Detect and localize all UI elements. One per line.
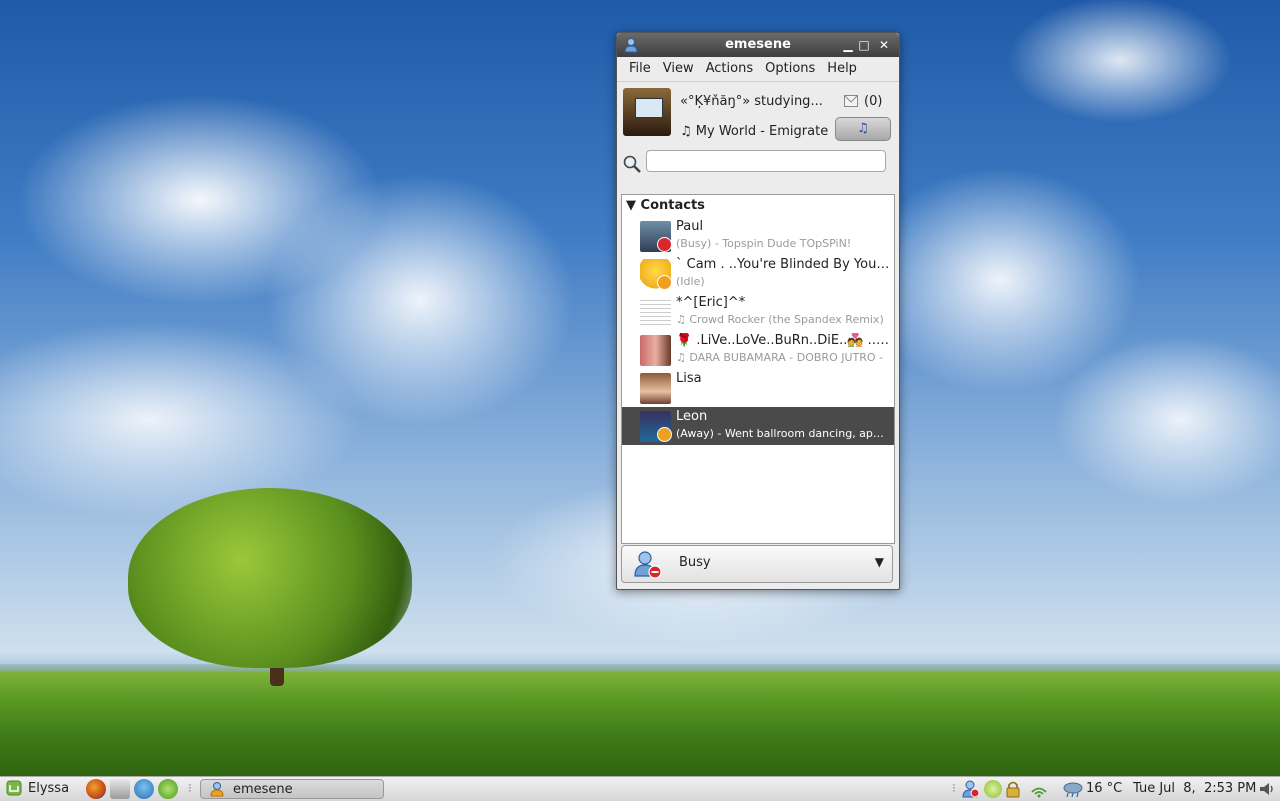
contact-item-live-love[interactable]: 🌹 .LiVe..LoVe..BuRn..DiE..💑 ..S... ♫ DAR… (622, 331, 894, 369)
contact-name: Paul (676, 219, 704, 234)
menu-view[interactable]: View (657, 57, 700, 81)
contact-name: *^[Eric]^* (676, 295, 746, 310)
contact-item-eric[interactable]: *^[Eric]^* ♫ Crowd Rocker (the Spandex R… (622, 293, 894, 331)
status-label: Busy (679, 555, 711, 570)
search-row (617, 146, 899, 178)
menubar: File View Actions Options Help (617, 57, 899, 82)
mint-logo-icon (6, 780, 22, 796)
close-button[interactable]: ✕ (875, 36, 893, 54)
menu-file[interactable]: File (623, 57, 657, 81)
terminal-icon[interactable] (110, 779, 130, 799)
expand-arrow-icon[interactable]: ▼ (626, 198, 636, 213)
menu-actions[interactable]: Actions (700, 57, 760, 81)
start-menu-button[interactable]: Elyssa (6, 780, 69, 796)
tree-crown (128, 488, 412, 668)
network-icon[interactable] (1030, 780, 1048, 798)
separator: ⁝ (952, 781, 956, 795)
grass-field (0, 672, 1280, 776)
start-menu-label: Elyssa (28, 780, 70, 796)
emesene-tray-icon[interactable] (962, 780, 980, 798)
contact-item-cam[interactable]: ` Cam . ..You're Blinded By Your Own Stu… (622, 255, 894, 293)
contact-name: 🌹 .LiVe..LoVe..BuRn..DiE..💑 ..S... (676, 333, 890, 348)
contact-name: Leon (676, 409, 708, 424)
group-label: Contacts (640, 198, 705, 213)
music-button[interactable]: ♫ (835, 117, 891, 141)
contact-item-lisa[interactable]: Lisa (622, 369, 894, 407)
lock-icon[interactable] (1004, 780, 1022, 798)
contact-message: ♫ Crowd Rocker (the Spandex Remix) (676, 313, 884, 326)
menu-help[interactable]: Help (821, 57, 863, 81)
profile-avatar[interactable] (623, 88, 671, 136)
contact-message: (Busy) - Topspin Dude TOpSPiN! (676, 237, 852, 250)
weather-rain-icon[interactable] (1062, 780, 1084, 798)
messenger-icon[interactable] (134, 779, 154, 799)
personal-message[interactable]: ♫ My World - Emigrate (680, 124, 830, 139)
contact-avatar (640, 297, 671, 328)
firefox-icon[interactable] (86, 779, 106, 799)
contact-name: Lisa (676, 371, 702, 386)
user-icon (210, 782, 224, 797)
user-busy-icon (634, 551, 662, 579)
taskbar-task-emesene[interactable]: emesene (200, 779, 384, 799)
profile-nick[interactable]: «°Ķ¥ňăŋ°» studying... (680, 94, 830, 109)
media-player-icon[interactable] (158, 779, 178, 799)
titlebar[interactable]: emesene ▁ □ ✕ (617, 33, 899, 57)
contact-item-leon[interactable]: Leon (Away) - Went ballroom dancing, app… (622, 407, 894, 445)
separator: ⁝ (188, 781, 192, 795)
search-input[interactable] (646, 150, 886, 172)
envelope-icon[interactable] (844, 95, 858, 107)
contact-message: (Idle) (676, 275, 705, 288)
task-label: emesene (233, 781, 293, 797)
maximize-button[interactable]: □ (855, 36, 873, 54)
idle-status-icon (657, 275, 672, 290)
contact-message: ♫ DARA BUBAMARA - DOBRO JUTRO - (676, 351, 884, 364)
contact-avatar (640, 373, 671, 404)
avatar-picture (635, 98, 663, 118)
taskbar: Elyssa ⁝ emesene ⁝ 16 °C Tue Jul 8, 2:53… (0, 776, 1280, 801)
busy-status-icon (657, 237, 672, 252)
temperature[interactable]: 16 °C (1086, 781, 1122, 796)
magnifier-icon (623, 155, 641, 173)
updates-icon[interactable] (984, 780, 1002, 798)
dropdown-arrow-icon: ▼ (874, 555, 884, 569)
mail-count[interactable]: (0) (864, 94, 882, 109)
emesene-window: emesene ▁ □ ✕ File View Actions Options … (616, 32, 900, 590)
volume-icon[interactable] (1258, 780, 1276, 798)
contact-item-paul[interactable]: Paul (Busy) - Topspin Dude TOpSPiN! (622, 217, 894, 255)
clock[interactable]: Tue Jul 8, 2:53 PM (1133, 781, 1256, 796)
status-selector[interactable]: Busy ▼ (621, 545, 893, 583)
music-note-icon: ♫ (857, 121, 869, 136)
profile-panel: «°Ķ¥ňăŋ°» studying... (0) ♫ My World - E… (617, 82, 899, 146)
contact-avatar (640, 335, 671, 366)
menu-options[interactable]: Options (759, 57, 821, 81)
contact-name: ` Cam . ..You're Blinded By Your Own Stu… (676, 257, 890, 272)
group-header-contacts[interactable]: ▼ Contacts (622, 195, 894, 217)
contact-list[interactable]: ▼ Contacts Paul (Busy) - Topspin Dude TO… (621, 194, 895, 544)
contact-message: (Away) - Went ballroom dancing, appearin… (676, 427, 890, 440)
away-status-icon (657, 427, 672, 442)
